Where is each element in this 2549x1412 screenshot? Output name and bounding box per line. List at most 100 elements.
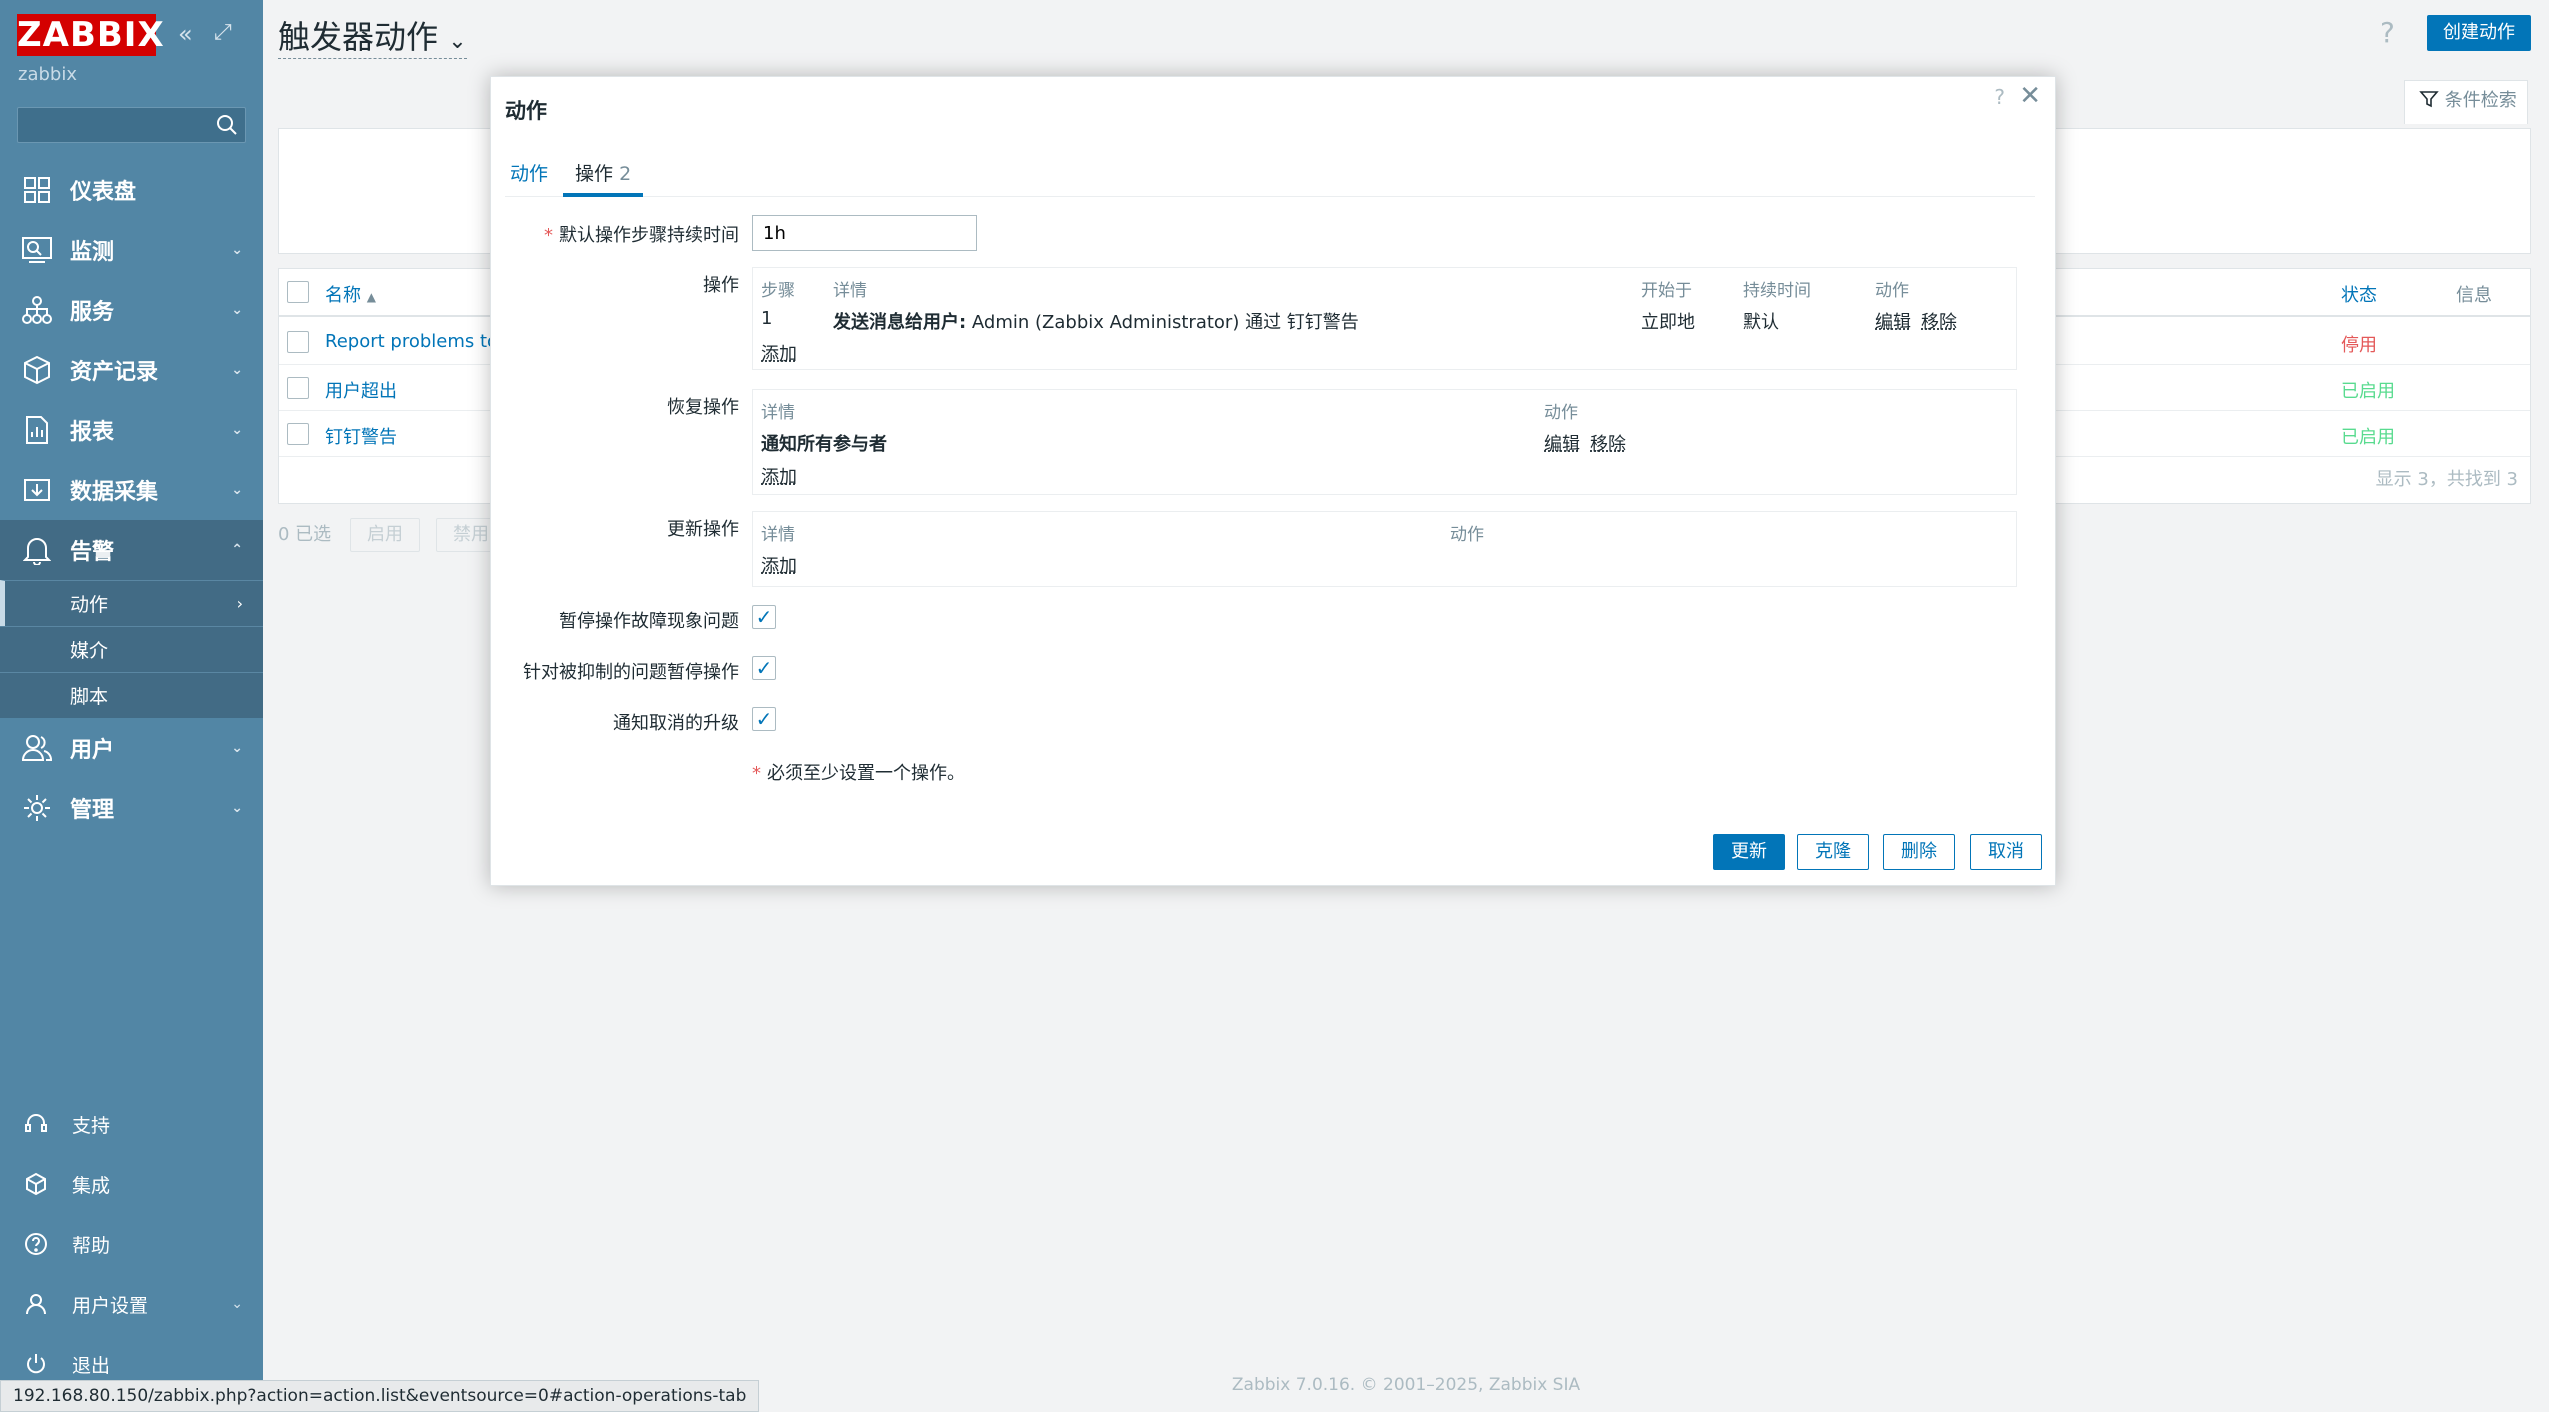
dialog-help-icon[interactable]: ? (1994, 85, 2005, 109)
enable-button[interactable]: 启用 (350, 518, 420, 552)
operation-duration: 默认 (1743, 312, 1779, 333)
menu-user-settings[interactable]: 用户设置 ⌄ (0, 1274, 263, 1334)
default-step-duration-input[interactable] (752, 215, 977, 251)
create-action-button[interactable]: 创建动作 (2427, 15, 2531, 51)
operation-step: 1 (761, 308, 773, 329)
menu-administration[interactable]: 管理 ⌄ (0, 778, 263, 838)
collapse-sidebar-icon[interactable]: « (178, 20, 193, 48)
details-bold: 发送消息给用户: (833, 312, 967, 333)
chevron-down-icon: ⌄ (231, 482, 243, 498)
status-toggle[interactable]: 已启用 (2341, 377, 2395, 403)
status-toggle[interactable]: 停用 (2341, 331, 2377, 357)
menu-inventory[interactable]: 资产记录 ⌄ (0, 340, 263, 400)
pause-symptoms-checkbox[interactable]: ✓ (752, 605, 776, 629)
chevron-down-icon: ⌄ (231, 740, 243, 756)
menu-users[interactable]: 用户 ⌄ (0, 718, 263, 778)
add-operation-link[interactable]: 添加 (761, 340, 797, 366)
page-title-text: 触发器动作 (278, 18, 439, 56)
details-text: Admin (Zabbix Administrator) 通过 钉钉警告 (966, 312, 1359, 333)
chevron-down-icon: ⌄ (231, 422, 243, 438)
pause-suppressed-checkbox[interactable]: ✓ (752, 656, 776, 680)
dashboard-icon (20, 173, 54, 207)
selected-count: 0 已选 (278, 524, 332, 545)
row-checkbox[interactable] (287, 423, 309, 445)
close-icon[interactable]: ✕ (2019, 81, 2041, 111)
update-operations-table: 详情 动作 添加 (752, 511, 2017, 587)
column-name-header[interactable]: 名称 ▲ (325, 281, 376, 307)
operation-details: 发送消息给用户: Admin (Zabbix Administrator) 通过… (833, 308, 1359, 334)
menu-support[interactable]: 支持 (0, 1094, 263, 1154)
operations-label: 操作 (703, 275, 739, 296)
recovery-details: 通知所有参与者 (761, 434, 887, 455)
statusbar-url: 192.168.80.150/zabbix.php?action=action.… (0, 1380, 760, 1412)
tab-label: 动作 (510, 163, 549, 185)
tab-action[interactable]: 动作 (510, 157, 548, 197)
dialog-title: 动作 (505, 99, 547, 123)
notify-cancelled-checkbox[interactable]: ✓ (752, 707, 776, 731)
menu-dashboards[interactable]: 仪表盘 (0, 160, 263, 220)
page-title[interactable]: 触发器动作 ⌄ (278, 12, 467, 59)
menu-label: 仪表盘 (70, 180, 137, 205)
action-name-link[interactable]: 钉钉警告 (325, 423, 397, 449)
menu-integrations[interactable]: 集成 (0, 1154, 263, 1214)
bell-icon (20, 533, 54, 567)
menu-data-collection[interactable]: 数据采集 ⌄ (0, 460, 263, 520)
tab-operations[interactable]: 操作 2 (563, 157, 644, 197)
help-icon[interactable]: ? (2380, 16, 2395, 49)
edit-operation-link[interactable]: 编辑 (1875, 308, 1911, 334)
help-circle-icon (22, 1230, 50, 1258)
menu-label: 退出 (72, 1354, 111, 1377)
note-text: 必须至少设置一个操作。 (767, 763, 965, 784)
row-checkbox[interactable] (287, 377, 309, 399)
column-status-header[interactable]: 状态 (2341, 281, 2377, 307)
row-checkbox[interactable] (287, 331, 309, 353)
menu-label: 数据采集 (70, 480, 159, 505)
remove-recovery-link[interactable]: 移除 (1590, 430, 1626, 456)
filter-icon (2419, 90, 2445, 111)
data-collection-icon (20, 473, 54, 507)
chevron-down-icon: ⌄ (448, 29, 467, 54)
action-name-link[interactable]: Report problems to Z (325, 331, 516, 352)
edit-recovery-link[interactable]: 编辑 (1544, 430, 1580, 456)
col-details: 详情 (761, 403, 795, 423)
submenu-actions[interactable]: 动作 › (0, 580, 263, 626)
action-name-link[interactable]: 用户超出 (325, 377, 397, 403)
update-button[interactable]: 更新 (1713, 834, 1785, 870)
sidebar: ZABBIX « ⤢ zabbix 仪表盘 监测 ⌄ 服务 ⌄ 资产记录 ⌄ 报… (0, 0, 263, 1412)
menu-monitoring[interactable]: 监测 ⌄ (0, 220, 263, 280)
menu-alerts[interactable]: 告警 ⌃ (0, 520, 263, 580)
chevron-down-icon: ⌄ (231, 242, 243, 258)
menu-services[interactable]: 服务 ⌄ (0, 280, 263, 340)
status-toggle[interactable]: 已启用 (2341, 423, 2395, 449)
remove-operation-link[interactable]: 移除 (1921, 308, 1957, 334)
menu-label: 管理 (70, 798, 115, 823)
search-icon[interactable] (215, 113, 239, 141)
menu-label: 服务 (70, 300, 115, 325)
select-all-checkbox[interactable] (287, 281, 309, 303)
recovery-operations-label: 恢复操作 (667, 397, 739, 418)
clone-button[interactable]: 克隆 (1797, 834, 1869, 870)
chevron-down-icon: ⌄ (231, 362, 243, 378)
bottom-menu: 支持 集成 帮助 用户设置 ⌄ 退出 (0, 1094, 263, 1394)
submenu-scripts[interactable]: 脚本 (0, 672, 263, 718)
chevron-down-icon: ⌄ (231, 800, 243, 816)
result-count: 显示 3，共找到 3 (2375, 469, 2518, 490)
reports-icon (20, 413, 54, 447)
power-icon (22, 1350, 50, 1378)
menu-reports[interactable]: 报表 ⌄ (0, 400, 263, 460)
zabbix-logo[interactable]: ZABBIX (17, 14, 164, 56)
cancel-button[interactable]: 取消 (1970, 834, 2042, 870)
menu-help[interactable]: 帮助 (0, 1214, 263, 1274)
sidebar-search-input[interactable] (17, 107, 246, 143)
submenu-media[interactable]: 媒介 (0, 626, 263, 672)
add-recovery-link[interactable]: 添加 (761, 463, 797, 489)
integrations-icon (22, 1170, 50, 1198)
kiosk-mode-icon[interactable]: ⤢ (214, 20, 232, 45)
filter-tab[interactable]: 条件检索 (2404, 80, 2528, 124)
menu-label: 用户设置 (72, 1294, 149, 1317)
add-update-operation-link[interactable]: 添加 (761, 552, 797, 578)
delete-button[interactable]: 删除 (1883, 834, 1955, 870)
pause-symptoms-label: 暂停操作故障现象问题 (559, 611, 739, 632)
filter-tab-label: 条件检索 (2444, 90, 2517, 111)
col-action: 动作 (1450, 525, 1484, 545)
